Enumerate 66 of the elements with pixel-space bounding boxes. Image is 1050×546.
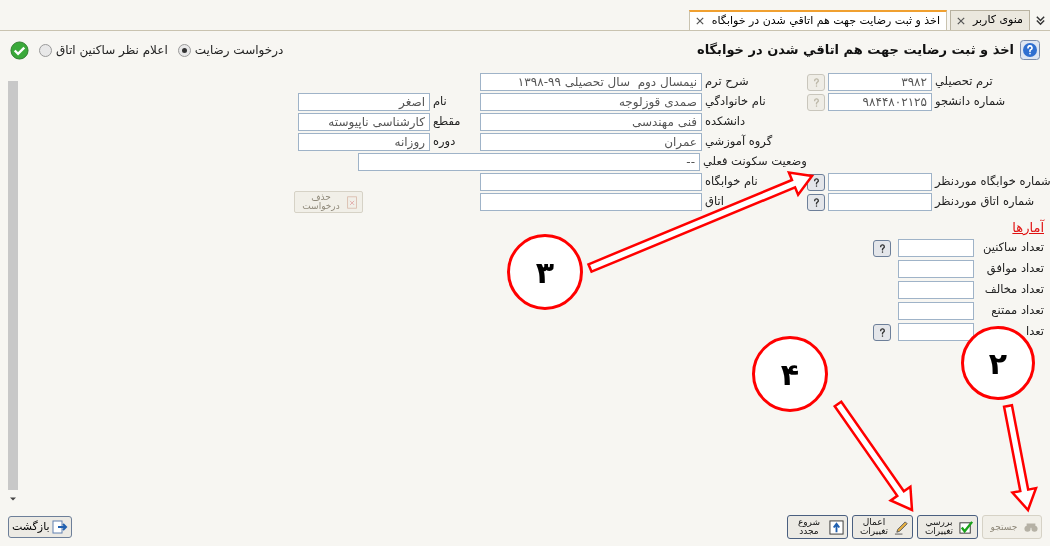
input-field[interactable]: نيمسال دوم سال تحصيلی ۹۹-۱۳۹۸ [480, 73, 702, 91]
field-label: ترم تحصيلي [935, 73, 993, 91]
input-field[interactable]: روزانه [298, 133, 430, 151]
input-field[interactable] [898, 302, 974, 320]
radio-label: درخواست رضایت [194, 42, 284, 59]
field-label: وضعیت سکونت فعلي [703, 153, 807, 171]
field-label: نام [433, 93, 447, 111]
input-field[interactable] [898, 239, 974, 257]
input-field[interactable]: اصغر [298, 93, 430, 111]
input-field[interactable]: ۹۸۴۴۸۰۲۱۲۵ [828, 93, 932, 111]
tab[interactable]: منوی کاربر [949, 10, 1030, 30]
field-label: شماره دانشجو [935, 93, 1006, 111]
up-arrow-icon [829, 519, 844, 535]
input-field[interactable]: -- [358, 153, 700, 171]
document-x-icon [346, 195, 359, 209]
field-label: نام خانوادگي [705, 93, 766, 111]
tab-label: اخذ و ثبت رضایت جهت هم اتاقي شدن در خوابگاه [711, 12, 940, 29]
field-label: تعداد مخالف [984, 281, 1044, 299]
toolbar-button[interactable]: بررسي تغییرات [917, 515, 978, 539]
input-field[interactable]: فنی مهندسی [480, 113, 702, 131]
close-icon[interactable] [695, 17, 704, 25]
field-label: تعدا [1026, 323, 1044, 341]
input-field[interactable]: عمران [480, 133, 702, 151]
tab-label: منوی کاربر [972, 12, 1023, 29]
input-field[interactable] [480, 193, 702, 211]
input-field[interactable] [480, 173, 702, 191]
help-lookup-button[interactable] [873, 239, 891, 257]
field-label: اتاق [705, 193, 724, 211]
input-field[interactable]: کارشناسی ناپیوسته [298, 113, 430, 131]
toolbar-button[interactable]: شروع مجدد [787, 515, 848, 539]
field-label: شماره خوابگاه موردنظر [935, 173, 1050, 191]
input-field[interactable] [898, 323, 974, 341]
input-field[interactable] [898, 281, 974, 299]
field-label: نام خوابگاه [705, 173, 758, 191]
input-field[interactable]: صمدی قوزلوجه [480, 93, 702, 111]
back-arrow-icon [51, 519, 68, 535]
field-label: دوره [433, 133, 456, 151]
field-label: دانشکده [705, 113, 746, 131]
back-button[interactable]: بازگشت [8, 516, 72, 538]
field-label: تعداد ممتنع [991, 302, 1044, 320]
check-circle-icon[interactable] [10, 40, 29, 60]
radio-button[interactable] [39, 43, 52, 57]
help-lookup-button[interactable] [807, 193, 825, 211]
help-icon[interactable] [1020, 40, 1040, 60]
field-label: تعداد ساکنین [982, 239, 1044, 257]
tab[interactable]: اخذ و ثبت رضایت جهت هم اتاقي شدن در خوابگاه [688, 10, 947, 30]
help-lookup-button[interactable] [873, 323, 891, 341]
radio-button[interactable] [177, 43, 191, 57]
field-label: شماره اتاق موردنظر [935, 193, 1035, 211]
stats-heading: آمارها [1012, 218, 1044, 237]
pencil-icon [894, 519, 909, 535]
field-label: مقطع [433, 113, 461, 131]
toolbar-button[interactable]: اعمال تغییرات [852, 515, 913, 539]
input-field[interactable] [828, 173, 932, 191]
input-field[interactable]: ۳۹۸۲ [828, 73, 932, 91]
close-icon[interactable] [956, 16, 965, 25]
input-field[interactable] [828, 193, 932, 211]
field-label: گروه آموزشي [705, 133, 773, 151]
radio-label: اعلام نظر ساکنین اتاق [56, 42, 168, 59]
field-label: شرح ترم [705, 73, 749, 91]
input-field[interactable] [898, 260, 974, 278]
checkbox-tick-icon [959, 519, 974, 535]
double-chevron-icon[interactable] [1035, 15, 1046, 26]
page-title: اخذ و ثبت رضایت جهت هم اتاقي شدن در خوابگاه [697, 41, 1014, 60]
down-arrow-icon[interactable] [10, 496, 16, 502]
field-label: تعداد موافق [986, 260, 1044, 278]
